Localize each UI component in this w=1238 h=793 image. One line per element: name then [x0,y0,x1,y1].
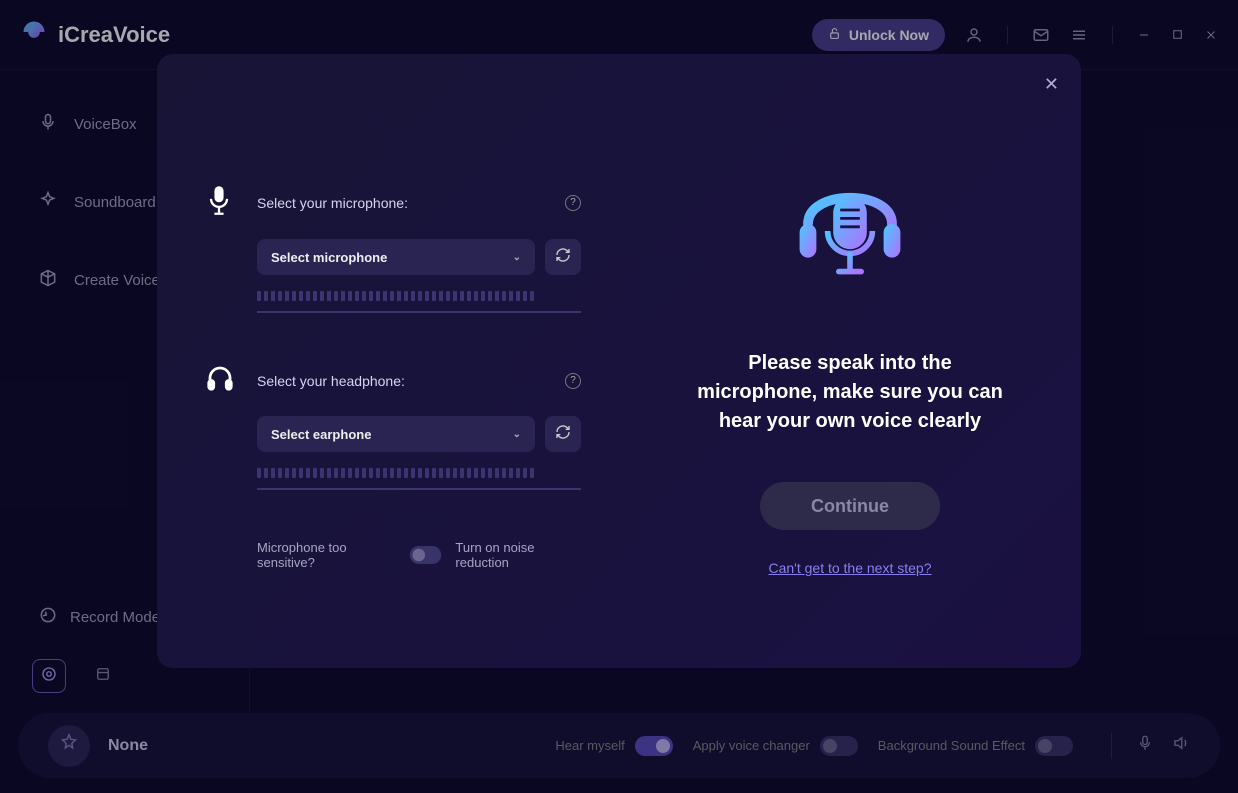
headphone-block: Select your headphone: ? Select earphone… [205,363,581,490]
modal-left-panel: Select your microphone: ? Select microph… [157,54,619,668]
hp-level-meter [257,468,581,478]
headphone-select[interactable]: Select earphone ⌄ [257,416,535,452]
close-icon: ✕ [1044,74,1059,94]
refresh-icon [555,247,571,268]
noise-reduction-row: Microphone too sensitive? Turn on noise … [257,540,581,570]
setup-modal: ✕ Select your microphone: ? Select micro… [157,54,1081,668]
modal-close-button[interactable]: ✕ [1044,74,1059,95]
noise-action-label: Turn on noise reduction [455,540,581,570]
refresh-icon [555,424,571,445]
microphone-icon [205,184,239,221]
help-link[interactable]: Can't get to the next step? [768,560,931,576]
continue-button[interactable]: Continue [760,482,940,530]
noise-reduction-toggle[interactable] [410,546,442,564]
hp-label: Select your headphone: [257,373,405,389]
chevron-down-icon: ⌄ [513,429,521,440]
continue-label: Continue [811,496,889,517]
hp-select-value: Select earphone [271,427,371,442]
instruction-text: Please speak into the microphone, make s… [690,349,1010,436]
mic-label: Select your microphone: [257,195,408,211]
hp-volume-slider[interactable] [257,488,581,490]
chevron-down-icon: ⌄ [513,252,521,263]
mic-volume-slider[interactable] [257,311,581,313]
headphone-icon [205,363,239,398]
noise-question: Microphone too sensitive? [257,540,396,570]
mic-level-meter [257,291,581,301]
hp-refresh-button[interactable] [545,416,581,452]
help-icon[interactable]: ? [565,195,581,211]
microphone-block: Select your microphone: ? Select microph… [205,184,581,313]
mic-refresh-button[interactable] [545,239,581,275]
headset-mic-illustration [780,154,920,299]
microphone-select[interactable]: Select microphone ⌄ [257,239,535,275]
help-icon[interactable]: ? [565,373,581,389]
mic-select-value: Select microphone [271,250,387,265]
modal-right-panel: Please speak into the microphone, make s… [619,54,1081,668]
modal-overlay: ✕ Select your microphone: ? Select micro… [0,0,1238,793]
